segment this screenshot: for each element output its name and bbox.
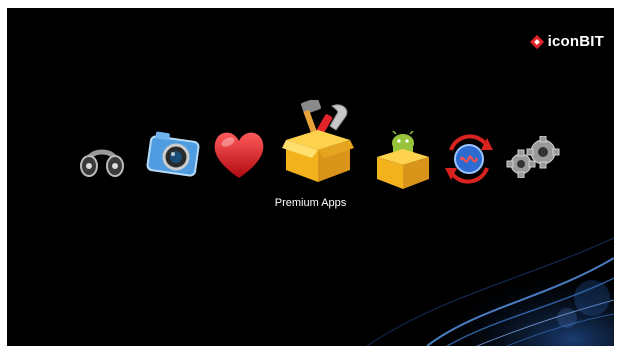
toolbox-icon bbox=[282, 100, 354, 182]
camera-icon bbox=[146, 131, 200, 177]
selected-item-caption: Premium Apps bbox=[274, 197, 347, 209]
android-box-icon bbox=[377, 131, 429, 189]
menu-item-android-apps[interactable] bbox=[375, 131, 431, 191]
sync-icon bbox=[445, 134, 493, 184]
menu-item-premium-apps[interactable] bbox=[282, 100, 354, 184]
menu-item-favorites[interactable] bbox=[210, 126, 268, 182]
brand-name: iconBIT bbox=[547, 33, 604, 50]
brand-logo: iconBIT bbox=[529, 33, 604, 50]
menu-item-photo[interactable] bbox=[145, 125, 201, 181]
menu-item-music[interactable] bbox=[79, 136, 125, 182]
gears-icon bbox=[506, 136, 560, 178]
heart-icon bbox=[214, 132, 264, 178]
iconbit-logo-icon bbox=[529, 34, 544, 49]
headphones-icon bbox=[80, 149, 124, 177]
menu-item-settings[interactable] bbox=[503, 136, 563, 178]
media-player-screen: iconBIT Premium Apps bbox=[7, 8, 614, 346]
menu-item-sync[interactable] bbox=[441, 128, 497, 188]
